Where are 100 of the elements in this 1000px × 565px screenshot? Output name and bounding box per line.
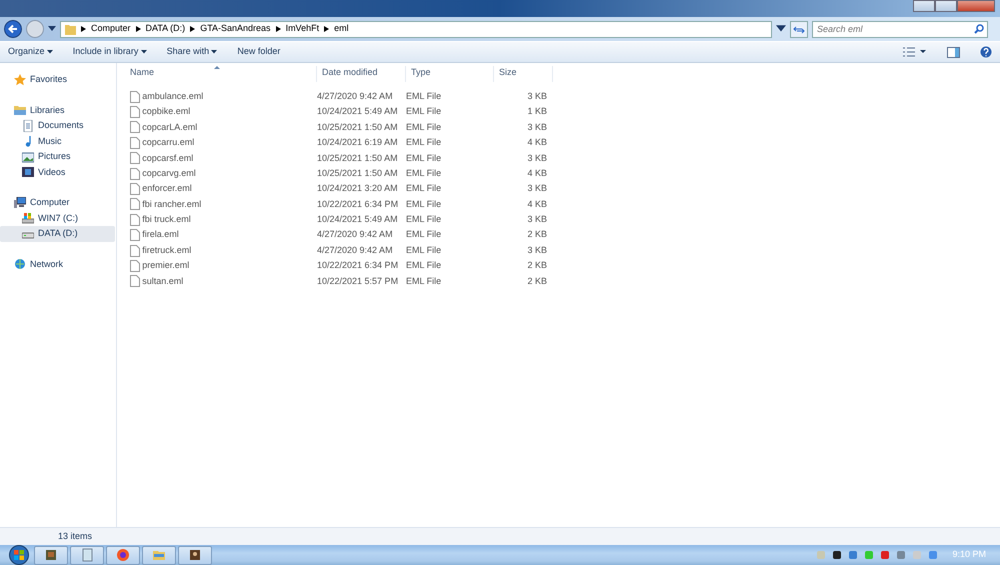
- sidebar-item[interactable]: Videos: [0, 164, 115, 180]
- size-cell-text: 3 KB: [526, 120, 548, 134]
- breadcrumb-link[interactable]: DATA (D:): [146, 22, 186, 36]
- file-icon: [130, 106, 140, 118]
- type-cell-text: EML File: [406, 259, 442, 272]
- column-header[interactable]: Type: [406, 66, 494, 82]
- sidebar-item[interactable]: WIN7 (C:): [0, 210, 115, 226]
- sidebar-item[interactable]: Documents: [0, 118, 115, 134]
- size-cell-text: 3 KB: [526, 152, 548, 164]
- date-cell-text: 4/27/2020 9:42 AM: [317, 90, 394, 103]
- column-header[interactable]: Date modified: [317, 66, 406, 82]
- library-icon: [14, 104, 26, 116]
- file-name[interactable]: fbi rancher.eml: [142, 198, 202, 212]
- chevron-icon[interactable]: [276, 26, 281, 32]
- taskbar-button[interactable]: [106, 546, 140, 564]
- search-field[interactable]: Search eml: [812, 20, 988, 38]
- file-icon: [130, 214, 140, 226]
- file-icon: [130, 90, 140, 103]
- toolbar-button[interactable]: New folder: [237, 45, 280, 59]
- back-icon[interactable]: [4, 20, 22, 38]
- file-name[interactable]: fbi truck.eml: [142, 213, 191, 227]
- caret-icon: [211, 50, 218, 54]
- sidebar-item[interactable]: Music: [0, 134, 115, 149]
- chevron-icon[interactable]: [81, 26, 86, 32]
- star-icon: [14, 74, 26, 86]
- type-cell-text: EML File: [406, 228, 442, 242]
- sidebar-item[interactable]: Network: [0, 256, 115, 272]
- folder-icon: [65, 24, 76, 34]
- dropdown-icon[interactable]: [776, 24, 786, 34]
- file-icon: [130, 152, 140, 164]
- type-cell-text: EML File: [406, 166, 442, 180]
- chevron-icon[interactable]: [136, 26, 141, 32]
- toolbar-button[interactable]: Share with: [166, 45, 218, 59]
- file-name[interactable]: copcarsf.eml: [142, 152, 194, 165]
- column-header[interactable]: Size: [494, 66, 553, 82]
- refresh-icon[interactable]: [790, 20, 808, 38]
- date-cell-text: 10/24/2021 5:49 AM: [317, 105, 399, 118]
- file-name[interactable]: premier.eml: [142, 259, 190, 273]
- maximize-button[interactable]: [935, 0, 957, 12]
- file-icon: [130, 121, 140, 134]
- file-icon: [130, 260, 140, 272]
- date-cell-text: 10/22/2021 5:57 PM: [317, 274, 400, 288]
- view-options-icon[interactable]: [903, 47, 927, 57]
- file-name[interactable]: sultan.eml: [142, 274, 184, 288]
- start-button[interactable]: [6, 545, 32, 565]
- taskbar-button[interactable]: [34, 546, 68, 564]
- breadcrumb-link[interactable]: Computer: [91, 22, 131, 36]
- file-name[interactable]: copbike.eml: [142, 105, 190, 119]
- column-header[interactable]: Name: [117, 66, 317, 82]
- breadcrumb-link[interactable]: GTA-SanAndreas: [200, 22, 271, 36]
- file-icon: [130, 229, 140, 242]
- search-icon: [974, 24, 984, 34]
- chevron-icon[interactable]: [190, 26, 196, 32]
- toolbar-button[interactable]: Include in library: [72, 45, 147, 59]
- date-cell-text: 10/25/2021 1:50 AM: [317, 120, 399, 134]
- sidebar-item[interactable]: Libraries: [0, 102, 115, 118]
- browser-icon: [115, 547, 131, 563]
- help-icon[interactable]: [980, 46, 992, 58]
- size-cell-text: 4 KB: [526, 166, 548, 180]
- file-name[interactable]: enforcer.eml: [142, 182, 192, 196]
- date-cell-text: 10/22/2021 6:34 PM: [317, 198, 400, 211]
- file-icon: [130, 198, 140, 210]
- date-cell-text: 10/25/2021 1:50 AM: [317, 166, 399, 180]
- file-name[interactable]: copcarvg.eml: [142, 166, 196, 180]
- taskbar-button[interactable]: [178, 546, 212, 564]
- file-name[interactable]: ambulance.eml: [142, 90, 204, 104]
- file-icon: [130, 275, 140, 288]
- size-cell-text: 2 KB: [526, 228, 548, 242]
- breadcrumb-link[interactable]: ImVehFt: [286, 22, 320, 36]
- size-cell-text: 4 KB: [526, 136, 548, 150]
- chevron-icon[interactable]: [324, 26, 330, 32]
- sidebar-item[interactable]: DATA (D:): [0, 226, 115, 242]
- minimize-button[interactable]: [913, 0, 935, 12]
- size-cell-text: 2 KB: [526, 259, 548, 272]
- sidebar-item[interactable]: Favorites: [0, 72, 115, 88]
- type-cell-text: EML File: [406, 152, 442, 164]
- date-cell-text: 10/24/2021 5:49 AM: [317, 213, 399, 226]
- file-icon: [130, 244, 140, 257]
- address-bar[interactable]: Computer DATA (D:) GTA-SanAndreas ImVehFt eml: [60, 20, 772, 38]
- film-icon: [22, 166, 34, 178]
- breadcrumb-link[interactable]: eml: [334, 22, 349, 36]
- landscape-icon: [22, 150, 34, 163]
- toolbar-button[interactable]: Organize: [8, 45, 53, 59]
- drive-icon: [22, 212, 34, 224]
- recent-pages-icon[interactable]: [48, 26, 56, 32]
- file-name[interactable]: firela.eml: [142, 228, 179, 242]
- type-cell-text: EML File: [406, 213, 442, 226]
- file-name[interactable]: firetruck.eml: [142, 244, 192, 258]
- document-icon: [22, 120, 34, 132]
- type-cell-text: EML File: [406, 274, 442, 288]
- size-cell-text: 1 KB: [526, 105, 548, 118]
- sort-arrow-icon: [214, 66, 220, 69]
- sidebar-item[interactable]: Computer: [0, 195, 115, 210]
- size-cell-text: 4 KB: [526, 198, 548, 211]
- file-icon: [130, 183, 140, 196]
- file-name[interactable]: copcarru.eml: [142, 136, 194, 150]
- sidebar-item[interactable]: Pictures: [0, 149, 115, 164]
- file-name[interactable]: copcarLA.eml: [142, 120, 198, 134]
- preview-pane-icon[interactable]: [947, 46, 960, 58]
- caret-icon: [140, 50, 147, 54]
